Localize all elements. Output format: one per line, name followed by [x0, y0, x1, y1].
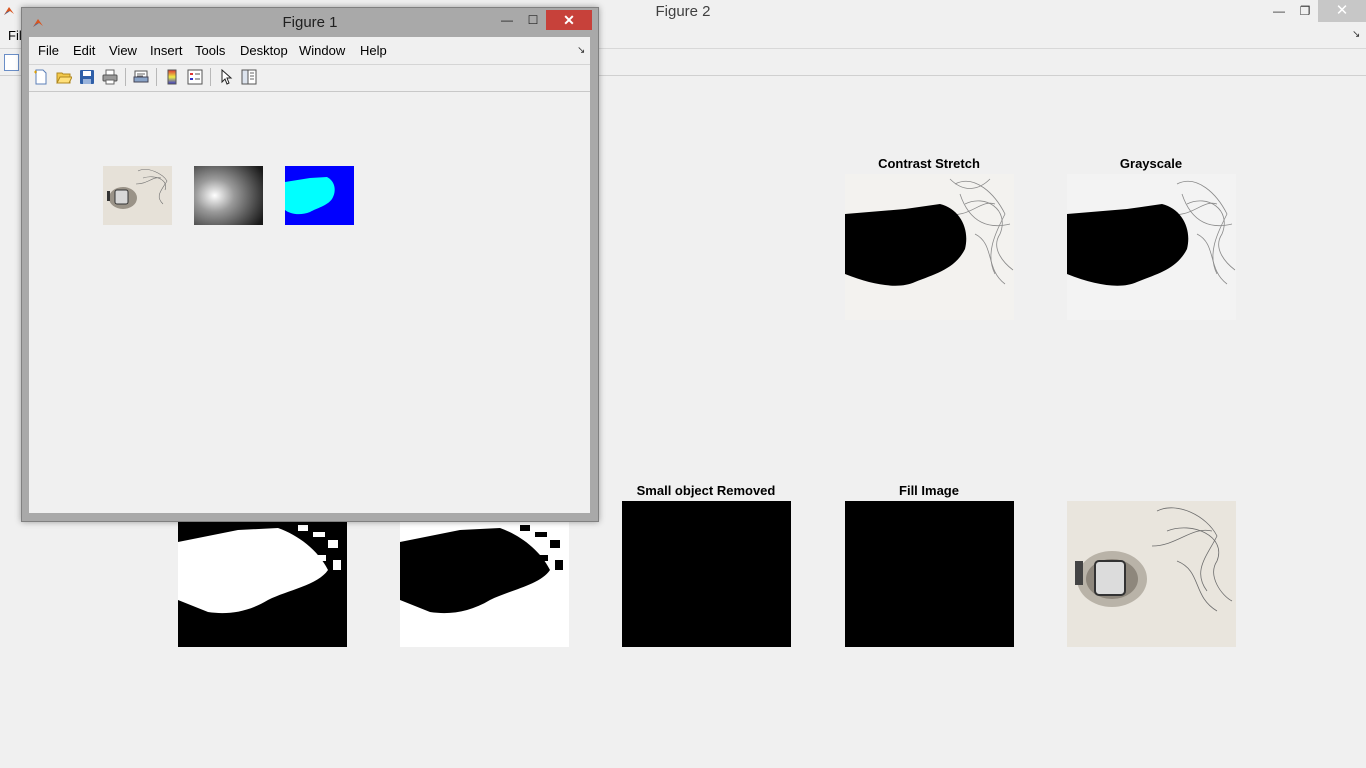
figure-1-client-area: File Edit View Insert Tools Desktop Wind…: [29, 37, 590, 513]
figure-1-menubar: File Edit View Insert Tools Desktop Wind…: [29, 37, 590, 63]
binary-image: [178, 520, 347, 647]
toolbar-separator: [156, 68, 157, 86]
axis-title-small-object-removed: Small object Removed: [636, 483, 776, 498]
axis-title-contrast-stretch: Contrast Stretch: [878, 156, 980, 171]
legend-icon[interactable]: [187, 69, 203, 85]
new-figure-icon[interactable]: [4, 54, 19, 71]
maximize-button[interactable]: ☐: [520, 10, 546, 30]
close-button[interactable]: ✕: [546, 10, 592, 30]
menu-view[interactable]: View: [109, 43, 137, 58]
new-figure-icon[interactable]: [33, 69, 49, 85]
menu-insert[interactable]: Insert: [150, 43, 183, 58]
minimize-button[interactable]: —: [494, 10, 520, 30]
figure-1-toolbar: [29, 64, 590, 92]
menu-help[interactable]: Help: [360, 43, 387, 58]
colorbar-icon[interactable]: [164, 69, 180, 85]
print-preview-icon[interactable]: [133, 69, 149, 85]
thumbnail-gradient-image: [194, 166, 263, 225]
print-icon[interactable]: [102, 69, 118, 85]
menu-file[interactable]: File: [38, 43, 59, 58]
menu-window[interactable]: Window: [299, 43, 345, 58]
fill-image: [845, 501, 1014, 647]
axis-title-grayscale: Grayscale: [1119, 156, 1183, 171]
toolbar-separator: [210, 68, 211, 86]
figure-1-titlebar[interactable]: Figure 1 — ☐ ✕: [22, 8, 598, 36]
thumbnail-original-image: [103, 166, 172, 225]
menu-file[interactable]: Fil: [8, 28, 22, 43]
property-inspector-icon[interactable]: [241, 69, 257, 85]
thumbnail-mask-image: [285, 166, 354, 225]
restore-button[interactable]: ❐: [1288, 0, 1322, 22]
contrast-stretch-image: [845, 174, 1014, 320]
menu-tools[interactable]: Tools: [195, 43, 225, 58]
save-icon[interactable]: [79, 69, 95, 85]
close-button[interactable]: ✕: [1318, 0, 1366, 22]
inverted-binary-image: [400, 520, 569, 647]
menu-edit[interactable]: Edit: [73, 43, 95, 58]
figure-1-window: Figure 1 — ☐ ✕ File Edit View Insert Too…: [21, 7, 599, 522]
toolbar-separator: [125, 68, 126, 86]
axis-title-fill-image: Fill Image: [899, 483, 959, 498]
dock-arrow-icon[interactable]: ↘: [577, 45, 585, 56]
pointer-icon[interactable]: [218, 69, 234, 85]
menu-desktop[interactable]: Desktop: [240, 43, 288, 58]
open-file-icon[interactable]: [56, 69, 72, 85]
original-image: [1067, 501, 1236, 647]
small-object-removed-image: [622, 501, 791, 647]
grayscale-image: [1067, 174, 1236, 320]
dock-arrow-icon[interactable]: ↘: [1352, 29, 1360, 40]
